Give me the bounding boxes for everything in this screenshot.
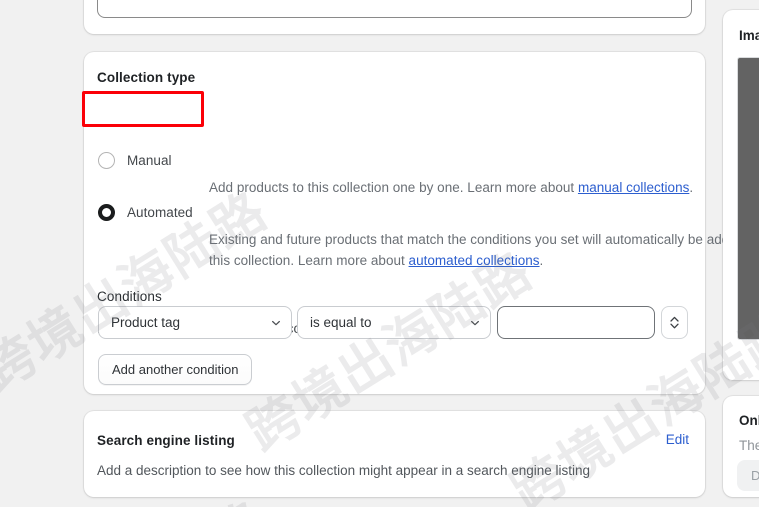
conditions-title: Conditions — [97, 289, 162, 304]
condition-value-stepper[interactable] — [661, 306, 688, 339]
condition-value-input[interactable] — [497, 306, 655, 339]
search-engine-listing-card: Search engine listing Edit Add a descrip… — [84, 411, 705, 497]
collection-type-title: Collection type — [97, 70, 196, 85]
condition-operator-select[interactable]: is equal to — [297, 306, 491, 339]
manual-help-text: Add products to this collection one by o… — [209, 177, 759, 198]
radio-automated-label: Automated — [127, 205, 193, 220]
add-another-condition-button[interactable]: Add another condition — [98, 354, 253, 385]
image-card-title: Image — [739, 28, 759, 43]
manual-collections-link[interactable]: manual collections — [578, 180, 689, 195]
radio-option-manual[interactable]: Manual — [98, 152, 172, 169]
condition-operator-value: is equal to — [310, 315, 372, 330]
radio-manual-icon[interactable] — [98, 152, 115, 169]
chevron-down-icon — [272, 320, 280, 325]
online-store-title: Online — [739, 413, 759, 428]
condition-field-value: Product tag — [111, 315, 181, 330]
upper-card — [84, 0, 705, 34]
online-store-card: Online The D — [723, 396, 759, 497]
image-thumbnail[interactable] — [737, 57, 759, 340]
image-card: Image — [723, 10, 759, 380]
automated-help-text: Existing and future products that match … — [209, 229, 759, 271]
manual-help-after: . — [689, 180, 694, 195]
online-store-subtitle: The — [739, 438, 759, 453]
seo-title: Search engine listing — [97, 433, 235, 448]
chevron-down-icon — [471, 320, 479, 325]
stepper-chevrons-icon — [670, 316, 679, 329]
condition-field-select[interactable]: Product tag — [98, 306, 292, 339]
description-field[interactable] — [97, 0, 692, 18]
radio-automated-icon[interactable] — [98, 204, 115, 221]
radio-option-automated[interactable]: Automated — [98, 204, 193, 221]
online-store-theme-button[interactable]: D — [737, 460, 759, 491]
automated-help-after: . — [539, 253, 544, 268]
manual-help-before: Add products to this collection one by o… — [209, 180, 578, 195]
seo-description: Add a description to see how this collec… — [97, 463, 591, 478]
online-store-theme-label: D — [751, 468, 759, 483]
add-another-condition-label: Add another condition — [112, 362, 239, 377]
automated-collections-link[interactable]: automated collections — [409, 253, 540, 268]
radio-manual-label: Manual — [127, 153, 172, 168]
collection-type-card: Collection type Manual Add products to t… — [84, 52, 759, 394]
seo-edit-link[interactable]: Edit — [666, 432, 689, 447]
